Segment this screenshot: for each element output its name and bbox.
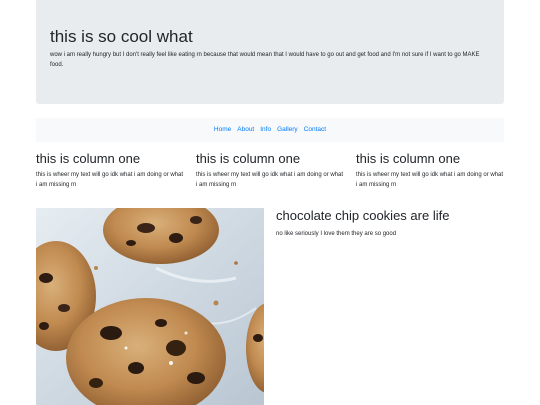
nav-link-info[interactable]: Info <box>260 125 271 135</box>
column-text: this is wheer my text will go idk what i… <box>356 172 504 188</box>
column-2: this is column one this is wheer my text… <box>196 151 346 190</box>
feature-section: chocolate chip cookies are life no like … <box>276 208 504 239</box>
hero-text: wow i am really hungry but I don't reall… <box>50 52 480 68</box>
column-title: this is column one <box>356 151 461 166</box>
cookies-photo <box>36 208 264 405</box>
nav-link-contact[interactable]: Contact <box>304 125 326 135</box>
nav-link-gallery[interactable]: Gallery <box>277 125 298 135</box>
nav-link-about[interactable]: About <box>237 125 254 135</box>
column-1: this is column one this is wheer my text… <box>36 151 186 190</box>
nav-link-home[interactable]: Home <box>214 125 231 135</box>
nav-links: Home About Info Gallery Contact <box>214 125 326 135</box>
column-3: this is column one this is wheer my text… <box>356 151 506 190</box>
navbar: Home About Info Gallery Contact <box>36 118 504 142</box>
hero-title: this is so cool what <box>50 27 193 46</box>
feature-title: chocolate chip cookies are life <box>276 208 450 223</box>
column-title: this is column one <box>36 151 141 166</box>
cookies-image <box>36 208 264 405</box>
column-text: this is wheer my text will go idk what i… <box>36 172 184 188</box>
column-title: this is column one <box>196 151 301 166</box>
feature-text: no like seriously I love them they are s… <box>276 231 397 237</box>
jumbotron: this is so cool what wow i am really hun… <box>36 0 504 104</box>
column-text: this is wheer my text will go idk what i… <box>196 172 344 188</box>
